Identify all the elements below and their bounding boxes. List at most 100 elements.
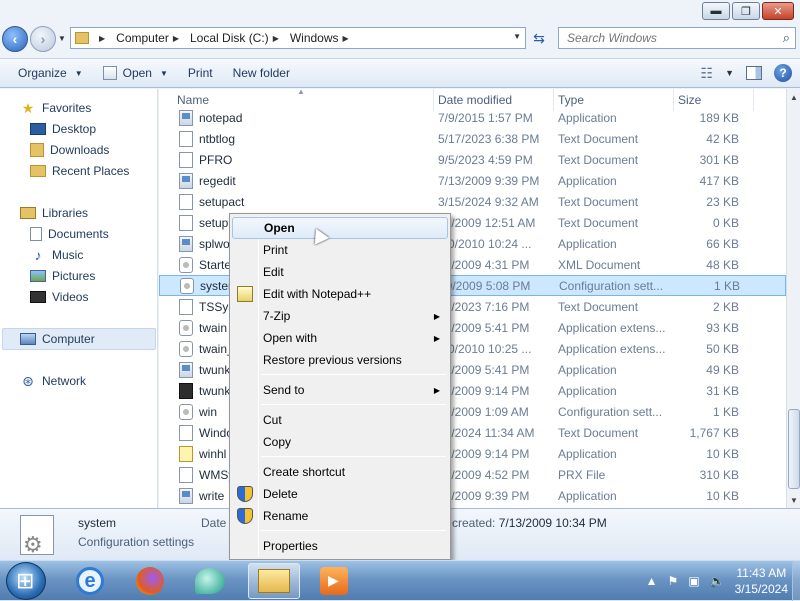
file-name: win xyxy=(199,404,218,419)
file-name: notepad xyxy=(199,110,243,125)
recent-pages-dropdown-icon[interactable]: ▼ xyxy=(58,34,66,43)
file-icon xyxy=(180,277,194,294)
windows-explorer-icon xyxy=(258,569,290,593)
file-icon xyxy=(179,298,193,315)
nav-network[interactable]: ⊛ Network xyxy=(20,372,86,390)
nav-music[interactable]: ♪ Music xyxy=(30,246,84,264)
file-name-cell[interactable]: notepad xyxy=(159,109,434,126)
file-name: setupact xyxy=(199,194,245,209)
organize-button[interactable]: Organize ▼ xyxy=(0,58,93,88)
address-dropdown-icon[interactable]: ▼ xyxy=(513,32,521,41)
file-name-cell[interactable]: PFRO xyxy=(159,151,434,168)
nav-favorites[interactable]: ★ Favorites xyxy=(20,99,92,117)
views-dropdown-icon[interactable]: ▼ xyxy=(725,68,734,78)
scroll-up-icon[interactable]: ▲ xyxy=(787,89,800,105)
file-date: 10/2009 5:41 PM xyxy=(438,320,530,335)
refresh-button[interactable]: ⇆ xyxy=(528,27,550,49)
file-row[interactable]: PFRO 9/5/2023 4:59 PM Text Document 301 KB xyxy=(159,149,786,170)
back-button[interactable]: ‹ xyxy=(2,26,28,52)
file-icon xyxy=(179,424,193,441)
file-size: 0 KB xyxy=(712,215,739,230)
menu-item-send-to[interactable]: Send to ▶ xyxy=(232,379,448,401)
breadcrumb-root-arrow[interactable]: ▶ xyxy=(95,34,112,43)
menu-item-edit-notepadpp[interactable]: Edit with Notepad++ xyxy=(232,283,448,305)
file-name-cell[interactable]: regedit xyxy=(159,172,434,189)
nav-recent-places[interactable]: Recent Places xyxy=(30,162,129,180)
print-button[interactable]: Print xyxy=(178,58,223,88)
clock[interactable]: 11:43 AM 3/15/2024 xyxy=(735,565,788,597)
views-icon[interactable]: ☷ xyxy=(701,65,714,82)
preview-pane-icon[interactable] xyxy=(746,66,762,80)
address-bar[interactable]: ▶ Computer ▶ Local Disk (C:) ▶ Windows ▶ ▼ xyxy=(70,27,526,49)
menu-item-edit[interactable]: Edit xyxy=(232,261,448,283)
file-icon xyxy=(179,361,193,378)
nav-downloads[interactable]: Downloads xyxy=(30,141,109,159)
file-row[interactable]: regedit 7/13/2009 9:39 PM Application 417 K… xyxy=(159,170,786,191)
menu-item-rename[interactable]: Rename xyxy=(232,505,448,527)
file-type: PRX File xyxy=(558,467,606,482)
file-type: Text Document xyxy=(558,299,639,314)
start-button[interactable] xyxy=(6,562,46,600)
file-name-cell[interactable]: setupact xyxy=(159,193,434,210)
close-button[interactable]: ✕ xyxy=(762,2,794,20)
chevron-down-icon: ▼ xyxy=(159,68,168,78)
open-button[interactable]: Open ▼ xyxy=(93,58,178,88)
help-icon[interactable]: ? xyxy=(774,64,792,82)
breadcrumb-windows[interactable]: Windows ▶ xyxy=(290,31,356,45)
file-type: Application xyxy=(558,236,617,251)
nav-computer[interactable]: Computer xyxy=(20,330,95,348)
menu-item-restore-versions[interactable]: Restore previous versions xyxy=(232,349,448,371)
menu-item-print[interactable]: Print xyxy=(232,239,448,261)
search-box[interactable]: ⌕ xyxy=(558,27,796,49)
details-file-type: Configuration settings xyxy=(78,535,195,549)
action-center-flag-icon[interactable]: ⚑ xyxy=(668,574,679,588)
uac-shield-icon xyxy=(237,486,253,502)
taskbar-media-player[interactable] xyxy=(308,563,360,599)
taskbar-windows-explorer[interactable] xyxy=(248,563,300,599)
nav-videos[interactable]: Videos xyxy=(30,288,88,306)
search-icon[interactable]: ⌕ xyxy=(783,30,790,46)
forward-button[interactable]: › xyxy=(30,26,56,52)
menu-item-create-shortcut[interactable]: Create shortcut xyxy=(232,461,448,483)
breadcrumb-computer[interactable]: Computer ▶ xyxy=(116,31,186,45)
breadcrumb-local-disk[interactable]: Local Disk (C:) ▶ xyxy=(190,31,286,45)
file-row[interactable]: setupact 3/15/2024 9:32 AM Text Document 23… xyxy=(159,191,786,212)
folder-icon xyxy=(75,32,89,44)
details-file-name: system xyxy=(78,516,117,530)
file-icon xyxy=(179,109,193,126)
nav-pictures[interactable]: Pictures xyxy=(30,267,95,285)
file-name-cell[interactable]: ntbtlog xyxy=(159,130,434,147)
file-row[interactable]: notepad 7/9/2015 1:57 PM Application 189 KB xyxy=(159,107,786,128)
taskbar-bing[interactable] xyxy=(184,563,236,599)
menu-item-7zip[interactable]: 7-Zip ▶ xyxy=(232,305,448,327)
menu-item-cut[interactable]: Cut xyxy=(232,409,448,431)
new-folder-button[interactable]: New folder xyxy=(223,58,300,88)
minimize-button[interactable]: ▬ xyxy=(702,2,730,20)
menu-item-delete[interactable]: Delete xyxy=(232,483,448,505)
nav-libraries[interactable]: Libraries xyxy=(20,204,88,222)
context-menu: Open Print Edit Edit with Notepad++ 7-Zi… xyxy=(229,213,451,560)
volume-muted-icon[interactable]: 🔈 xyxy=(710,574,725,588)
taskbar-firefox[interactable] xyxy=(124,563,176,599)
menu-item-copy[interactable]: Copy xyxy=(232,431,448,453)
taskbar-internet-explorer[interactable]: e xyxy=(64,563,116,599)
vertical-scrollbar[interactable]: ▲ ▼ xyxy=(786,89,800,508)
media-player-icon xyxy=(320,567,348,595)
show-desktop-button[interactable] xyxy=(792,561,800,601)
scroll-down-icon[interactable]: ▼ xyxy=(787,492,800,508)
menu-item-properties[interactable]: Properties xyxy=(232,535,448,557)
bing-icon xyxy=(195,568,225,594)
menu-item-open[interactable]: Open xyxy=(232,217,448,239)
show-hidden-icons-icon[interactable]: ▲ xyxy=(646,574,658,588)
menu-item-open-with[interactable]: Open with ▶ xyxy=(232,327,448,349)
file-name: splwo xyxy=(199,236,230,251)
search-input[interactable] xyxy=(565,30,765,46)
nav-documents[interactable]: Documents xyxy=(30,225,109,243)
file-row[interactable]: ntbtlog 5/17/2023 6:38 PM Text Document 42 … xyxy=(159,128,786,149)
recent-places-icon xyxy=(30,165,46,177)
maximize-button[interactable]: ❐ xyxy=(732,2,760,20)
nav-desktop[interactable]: Desktop xyxy=(30,120,96,138)
file-name: setup xyxy=(199,215,229,230)
network-tray-icon[interactable]: ▣ xyxy=(688,574,699,588)
scrollbar-thumb[interactable] xyxy=(788,409,800,489)
